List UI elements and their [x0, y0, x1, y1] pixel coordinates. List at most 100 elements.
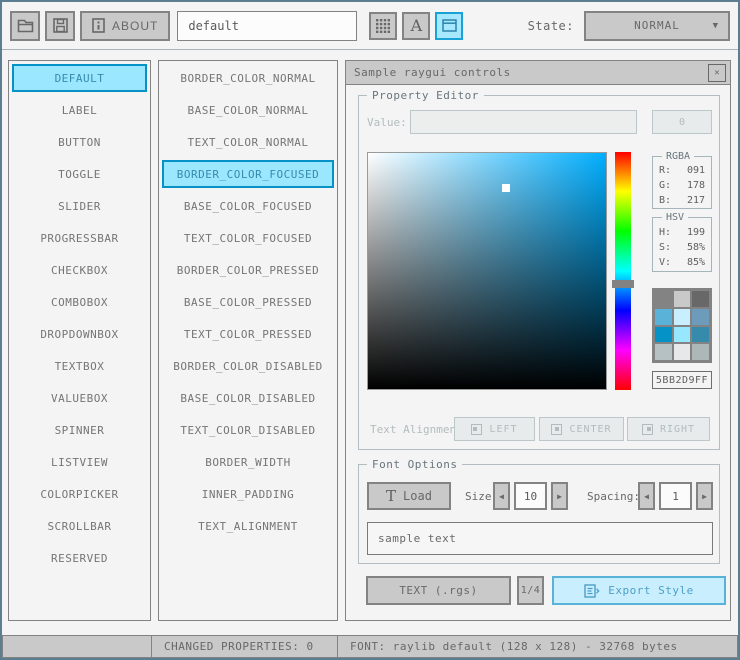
about-button[interactable]: ABOUT — [80, 10, 171, 41]
window-title: Sample raygui controls — [354, 66, 511, 79]
statusbar-cell-empty — [3, 636, 151, 657]
rguistyler-app: ABOUT A State — [0, 0, 740, 660]
list-item[interactable]: PROGRESSBAR — [12, 224, 147, 252]
spacing-decrement-button[interactable]: ◀ — [638, 482, 655, 510]
spacing-increment-button[interactable]: ▶ — [696, 482, 713, 510]
r-value: 091 — [686, 165, 705, 176]
list-item[interactable]: VALUEBOX — [12, 384, 147, 412]
list-item[interactable]: TEXT_ALIGNMENT — [162, 512, 334, 540]
value-input[interactable] — [410, 110, 637, 134]
list-item[interactable]: TEXT_COLOR_NORMAL — [162, 128, 334, 156]
info-icon — [92, 18, 105, 33]
value-zero-button[interactable]: 0 — [652, 110, 712, 134]
toolbar: ABOUT A State — [2, 2, 738, 50]
color-swatch[interactable] — [655, 326, 672, 343]
hue-slider-handle[interactable] — [612, 279, 634, 288]
color-swatch[interactable] — [655, 344, 672, 360]
align-center-button[interactable]: CENTER — [539, 417, 624, 441]
r-label: R: — [659, 165, 672, 176]
align-right-button[interactable]: RIGHT — [627, 417, 710, 441]
export-format-button[interactable]: TEXT (.rgs) — [366, 576, 511, 605]
list-item[interactable]: TEXTBOX — [12, 352, 147, 380]
sample-text: sample text — [378, 532, 457, 545]
format-pager-button[interactable]: 1/4 — [517, 576, 544, 605]
font-view-button[interactable]: A — [402, 11, 431, 40]
hsv-row-h: H: 199 — [653, 225, 711, 240]
list-item[interactable]: INNER_PADDING — [162, 480, 334, 508]
list-item[interactable]: COLORPICKER — [12, 480, 147, 508]
hue-bar[interactable] — [612, 152, 634, 390]
size-value-box[interactable]: 10 — [514, 482, 547, 510]
load-font-button[interactable]: T Load — [367, 482, 451, 510]
color-swatch[interactable] — [692, 344, 709, 360]
list-item[interactable]: BORDER_COLOR_NORMAL — [162, 64, 334, 92]
font-options-group-label: Font Options — [367, 458, 463, 471]
list-item[interactable]: DROPDOWNBOX — [12, 320, 147, 348]
property-editor-group-label: Property Editor — [367, 89, 484, 102]
align-left-button[interactable]: LEFT — [454, 417, 535, 441]
load-font-label: Load — [403, 489, 432, 503]
font-options-group: Font Options T Load Size: ◀ 10 ▶ Spacing… — [358, 458, 720, 564]
list-item[interactable]: BORDER_COLOR_FOCUSED — [162, 160, 334, 188]
color-swatch[interactable] — [655, 308, 672, 325]
open-file-button[interactable] — [10, 10, 40, 41]
export-style-button[interactable]: Export Style — [552, 576, 726, 605]
v-label: V: — [659, 257, 672, 268]
color-swatch[interactable] — [655, 291, 672, 307]
list-item[interactable]: BASE_COLOR_PRESSED — [162, 288, 334, 316]
color-swatch[interactable] — [692, 326, 709, 343]
save-file-button[interactable] — [45, 10, 75, 41]
list-item[interactable]: BORDER_COLOR_DISABLED — [162, 352, 334, 380]
list-item[interactable]: BORDER_COLOR_PRESSED — [162, 256, 334, 284]
list-item[interactable]: CHECKBOX — [12, 256, 147, 284]
state-group: State: NORMAL ▼ — [528, 10, 730, 41]
color-cursor[interactable] — [502, 184, 511, 193]
list-item[interactable]: SLIDER — [12, 192, 147, 220]
saturation-value-panel[interactable] — [367, 152, 607, 390]
list-item[interactable]: TEXT_COLOR_FOCUSED — [162, 224, 334, 252]
list-item[interactable]: SPINNER — [12, 416, 147, 444]
color-swatch[interactable] — [692, 308, 709, 325]
color-swatch[interactable] — [673, 344, 691, 360]
list-item[interactable]: SCROLLBAR — [12, 512, 147, 540]
controls-view-button[interactable] — [435, 11, 464, 40]
align-center-icon — [551, 423, 563, 435]
swatch-grid — [652, 288, 712, 363]
list-item[interactable]: TEXT_COLOR_DISABLED — [162, 416, 334, 444]
close-button[interactable]: ✕ — [708, 64, 726, 82]
list-item[interactable]: BASE_COLOR_FOCUSED — [162, 192, 334, 220]
about-button-label: ABOUT — [112, 18, 159, 33]
b-label: B: — [659, 195, 672, 206]
color-swatch[interactable] — [673, 308, 691, 325]
list-item[interactable]: BUTTON — [12, 128, 147, 156]
arrow-left-icon: ◀ — [499, 491, 504, 501]
spacing-value: 1 — [672, 489, 679, 503]
list-item[interactable]: COMBOBOX — [12, 288, 147, 316]
list-item[interactable]: BASE_COLOR_NORMAL — [162, 96, 334, 124]
list-item[interactable]: BORDER_WIDTH — [162, 448, 334, 476]
size-decrement-button[interactable]: ◀ — [493, 482, 510, 510]
window-titlebar[interactable]: Sample raygui controls ✕ — [346, 61, 730, 85]
hex-value-box[interactable]: 5BB2D9FF — [652, 371, 712, 389]
list-item[interactable]: LABEL — [12, 96, 147, 124]
size-increment-button[interactable]: ▶ — [551, 482, 568, 510]
state-dropdown-value: NORMAL — [634, 19, 680, 32]
style-name-input[interactable] — [177, 10, 358, 41]
color-swatch[interactable] — [673, 326, 691, 343]
color-swatch[interactable] — [673, 291, 691, 307]
style-table-view-button[interactable] — [369, 11, 398, 40]
export-icon — [584, 583, 600, 598]
window-icon — [442, 19, 457, 32]
list-item[interactable]: DEFAULT — [12, 64, 147, 92]
h-value: 199 — [686, 227, 705, 238]
list-item[interactable]: LISTVIEW — [12, 448, 147, 476]
state-dropdown[interactable]: NORMAL ▼ — [584, 10, 730, 41]
spacing-value-box[interactable]: 1 — [659, 482, 692, 510]
color-swatch[interactable] — [692, 291, 709, 307]
list-item[interactable]: TEXT_COLOR_PRESSED — [162, 320, 334, 348]
list-item[interactable]: RESERVED — [12, 544, 147, 572]
sample-text-box[interactable]: sample text — [367, 522, 713, 555]
list-item[interactable]: TOGGLE — [12, 160, 147, 188]
rgba-row-b: B: 217 — [653, 193, 711, 208]
list-item[interactable]: BASE_COLOR_DISABLED — [162, 384, 334, 412]
